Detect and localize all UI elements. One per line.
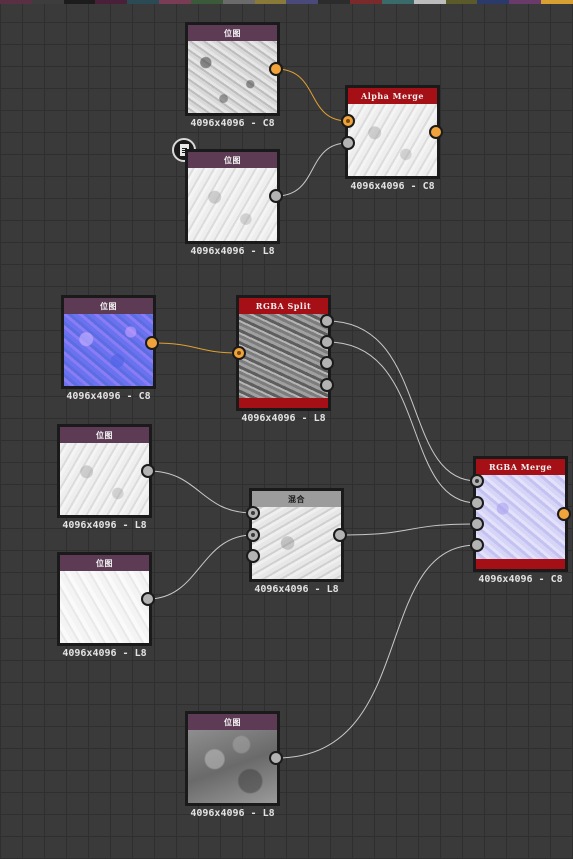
wire-bitmap3-blend [147,470,254,514]
node-bitmap4[interactable]: 位图 [57,552,152,646]
node-header: 位图 [60,555,149,571]
input-port-r[interactable] [470,474,484,488]
node-thumbnail [188,168,277,241]
node-thumbnail [348,104,437,176]
input-port-rgb[interactable] [341,114,355,128]
node-caption: 4096x4096 - L8 [62,520,147,531]
node-thumbnail [239,314,328,398]
output-port-b[interactable] [320,356,334,370]
node-caption: 4096x4096 - C8 [190,118,275,129]
wire-split-g-merge-g [326,341,478,504]
output-port[interactable] [269,62,283,76]
output-port[interactable] [141,592,155,606]
wire-bitmap2-alpha-merge [275,142,349,197]
node-header: RGBA Split [239,298,328,314]
output-port[interactable] [141,464,155,478]
node-rgba-split[interactable]: RGBA Split [236,295,331,411]
input-port-alpha[interactable] [341,136,355,150]
node-header: 混合 [252,491,341,507]
node-caption: 4096x4096 - C8 [478,574,563,585]
wire-bitmap1-alpha-merge [275,68,349,122]
output-port[interactable] [145,336,159,350]
node-thumbnail [476,475,565,559]
node-rgba-merge[interactable]: RGBA Merge [473,456,568,572]
wire-bitmap4-blend [147,534,254,600]
input-port-a[interactable] [470,538,484,552]
wire-normal-rgba-split [151,342,240,354]
input-port[interactable] [232,346,246,360]
node-header: RGBA Merge [476,459,565,475]
node-footer-bar [476,559,565,569]
input-port-mask[interactable] [246,549,260,563]
node-caption: 4096x4096 - C8 [66,391,151,402]
node-caption: 4096x4096 - L8 [190,808,275,819]
node-thumbnail [60,443,149,515]
node-bitmap2[interactable]: 位图 [185,149,280,244]
node-caption: 4096x4096 - L8 [190,246,275,257]
node-thumbnail [188,730,277,803]
node-alpha-merge[interactable]: Alpha Merge [345,85,440,179]
input-port-background[interactable] [246,528,260,542]
node-thumbnail [60,571,149,643]
node-caption: 4096x4096 - L8 [241,413,326,424]
output-port[interactable] [333,528,347,542]
output-port-r[interactable] [320,314,334,328]
node-thumbnail [188,41,277,113]
output-port[interactable] [269,751,283,765]
node-caption: 4096x4096 - L8 [62,648,147,659]
input-port-foreground[interactable] [246,506,260,520]
node-header: Alpha Merge [348,88,437,104]
node-header: 位图 [188,25,277,41]
node-caption: 4096x4096 - C8 [350,181,435,192]
input-port-b[interactable] [470,517,484,531]
output-port[interactable] [269,189,283,203]
node-thumbnail [252,507,341,579]
output-port[interactable] [429,125,443,139]
node-thumbnail [64,314,153,386]
node-bitmap3[interactable]: 位图 [57,424,152,518]
node-caption: 4096x4096 - L8 [254,584,339,595]
node-footer-bar [239,398,328,408]
node-bitmap1[interactable]: 位图 [185,22,280,116]
node-bitmap5[interactable]: 位图 [185,711,280,806]
output-port[interactable] [557,507,571,521]
node-blend[interactable]: 混合 [249,488,344,582]
output-port-a[interactable] [320,378,334,392]
node-header: 位图 [188,152,277,168]
node-header: 位图 [60,427,149,443]
node-bitmap-normal[interactable]: 位图 [61,295,156,389]
wire-blend-merge-b [339,523,478,536]
node-header: 位图 [188,714,277,730]
output-port-g[interactable] [320,335,334,349]
input-port-g[interactable] [470,496,484,510]
node-header: 位图 [64,298,153,314]
